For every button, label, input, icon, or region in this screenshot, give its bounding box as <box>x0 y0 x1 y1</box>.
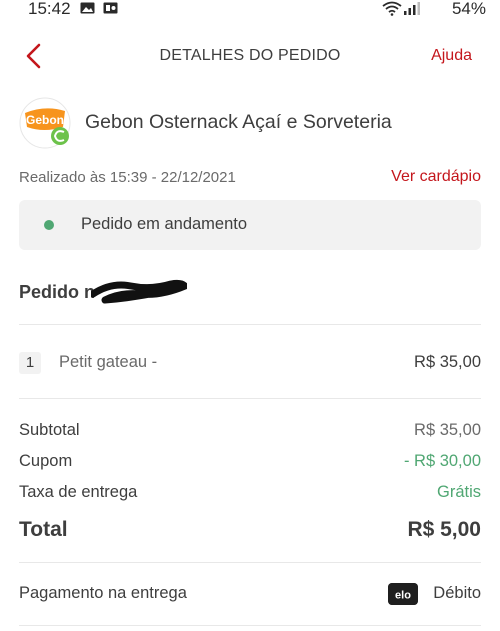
order-meta: Realizado às 15:39 - 22/12/2021 Ver card… <box>19 168 481 190</box>
gallery-icon <box>80 2 95 14</box>
restaurant-name: Gebon Osternack Açaí e Sorveteria <box>85 111 392 133</box>
divider <box>19 562 481 563</box>
delivery-fee-row: Taxa de entrega Grátis <box>19 483 481 505</box>
restaurant-info[interactable]: Gebon Gebon Osternack Açaí e Sorveteria <box>19 97 479 149</box>
item-name: Petit gateau - <box>59 353 158 371</box>
redaction-scribble <box>91 279 187 304</box>
app-header: DETALHES DO PEDIDO Ajuda <box>0 38 500 74</box>
payment-row: Pagamento na entrega elo Débito <box>19 583 481 607</box>
notification-icon <box>103 2 118 14</box>
item-price: R$ 35,00 <box>414 353 481 371</box>
elo-card-icon: elo <box>388 583 418 605</box>
order-status: Pedido em andamento <box>81 215 248 233</box>
order-datetime: Realizado às 15:39 - 22/12/2021 <box>19 169 236 186</box>
subtotal-value: R$ 35,00 <box>414 421 481 439</box>
total-label: Total <box>19 518 68 541</box>
payment-method: Débito <box>433 584 481 602</box>
order-number-label: Pedido n <box>19 282 95 302</box>
subtotal-label: Subtotal <box>19 421 80 439</box>
total-value: R$ 5,00 <box>407 518 481 541</box>
order-status-card: Pedido em andamento <box>19 200 481 250</box>
delivery-fee-label: Taxa de entrega <box>19 483 138 501</box>
status-bar: 15:42 54% <box>0 0 500 20</box>
coupon-value: - R$ 30,00 <box>403 452 481 470</box>
restaurant-logo: Gebon <box>19 97 71 149</box>
coupon-label: Cupom <box>19 452 73 470</box>
delivery-fee-value: Grátis <box>436 483 481 501</box>
status-time: 15:42 <box>28 0 71 18</box>
card-brand-text: elo <box>395 590 411 602</box>
signal-icon <box>404 2 420 15</box>
battery-level: 54% <box>451 0 486 18</box>
order-number: Pedido n <box>19 279 269 306</box>
subtotal-row: Subtotal R$ 35,00 <box>19 421 481 443</box>
logo-text: Gebon <box>26 113 64 127</box>
wifi-icon <box>382 1 402 16</box>
status-dot-icon <box>44 220 54 230</box>
total-row: Total R$ 5,00 <box>19 518 481 546</box>
divider <box>19 324 481 325</box>
view-menu-link[interactable]: Ver cardápio <box>391 168 481 186</box>
help-link[interactable]: Ajuda <box>431 47 472 65</box>
page-title: DETALHES DO PEDIDO <box>159 47 341 64</box>
order-item-row: 1 Petit gateau - R$ 35,00 <box>19 350 481 374</box>
divider <box>19 398 481 399</box>
payment-label: Pagamento na entrega <box>19 584 187 602</box>
divider <box>19 625 481 626</box>
item-quantity: 1 <box>19 352 41 374</box>
coupon-row: Cupom - R$ 30,00 <box>19 452 481 474</box>
